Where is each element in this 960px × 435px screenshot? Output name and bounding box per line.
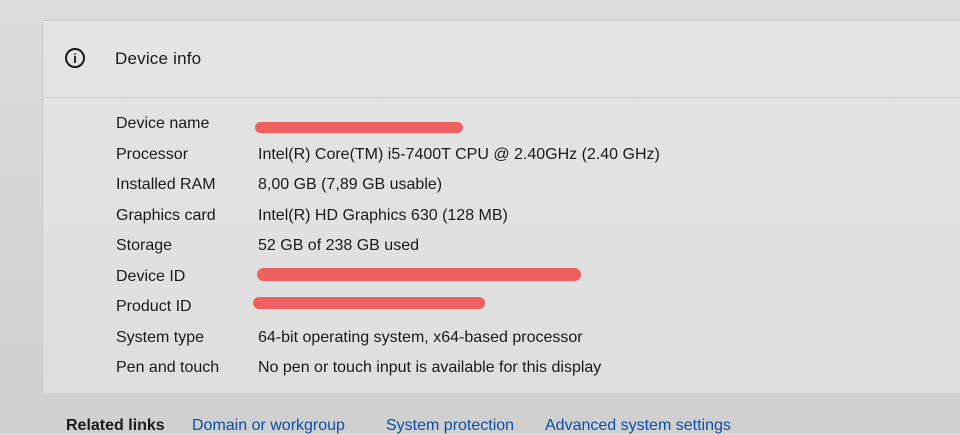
spec-label: System type xyxy=(116,329,205,346)
redaction-mark xyxy=(257,268,581,281)
spec-label: Device ID xyxy=(116,268,186,285)
settings-window: i Device info Device name Processor Inte… xyxy=(0,0,960,435)
spec-value: 64-bit operating system, x64-based proce… xyxy=(258,329,583,346)
spec-value: Intel(R) Core(TM) i5-7400T CPU @ 2.40GHz… xyxy=(258,146,660,163)
device-info-card: i Device info Device name Processor Inte… xyxy=(42,20,960,393)
redaction-mark xyxy=(255,122,463,133)
spec-value: 8,00 GB (7,89 GB usable) xyxy=(258,176,443,193)
domain-workgroup-link[interactable]: Domain or workgroup xyxy=(192,417,345,435)
spec-label: Storage xyxy=(116,237,173,254)
system-protection-link[interactable]: System protection xyxy=(386,417,514,435)
spec-value: Intel(R) HD Graphics 630 (128 MB) xyxy=(258,207,508,224)
advanced-system-settings-link[interactable]: Advanced system settings xyxy=(545,417,731,435)
device-info-header[interactable]: i Device info xyxy=(43,21,960,97)
spec-label: Processor xyxy=(116,146,189,163)
info-icon: i xyxy=(65,48,85,68)
spec-value: No pen or touch input is available for t… xyxy=(258,359,602,376)
spec-value: 52 GB of 238 GB used xyxy=(258,237,419,254)
related-links-label: Related links xyxy=(66,417,165,434)
header-divider xyxy=(43,97,960,98)
redaction-mark xyxy=(253,297,485,309)
spec-label: Product ID xyxy=(116,298,192,315)
section-title: Device info xyxy=(115,49,202,68)
spec-label: Graphics card xyxy=(116,207,216,224)
related-links-bar: Related links Domain or workgroup System… xyxy=(0,400,960,435)
spec-label: Device name xyxy=(116,115,210,132)
spec-label: Pen and touch xyxy=(116,359,220,376)
spec-label: Installed RAM xyxy=(116,176,216,193)
